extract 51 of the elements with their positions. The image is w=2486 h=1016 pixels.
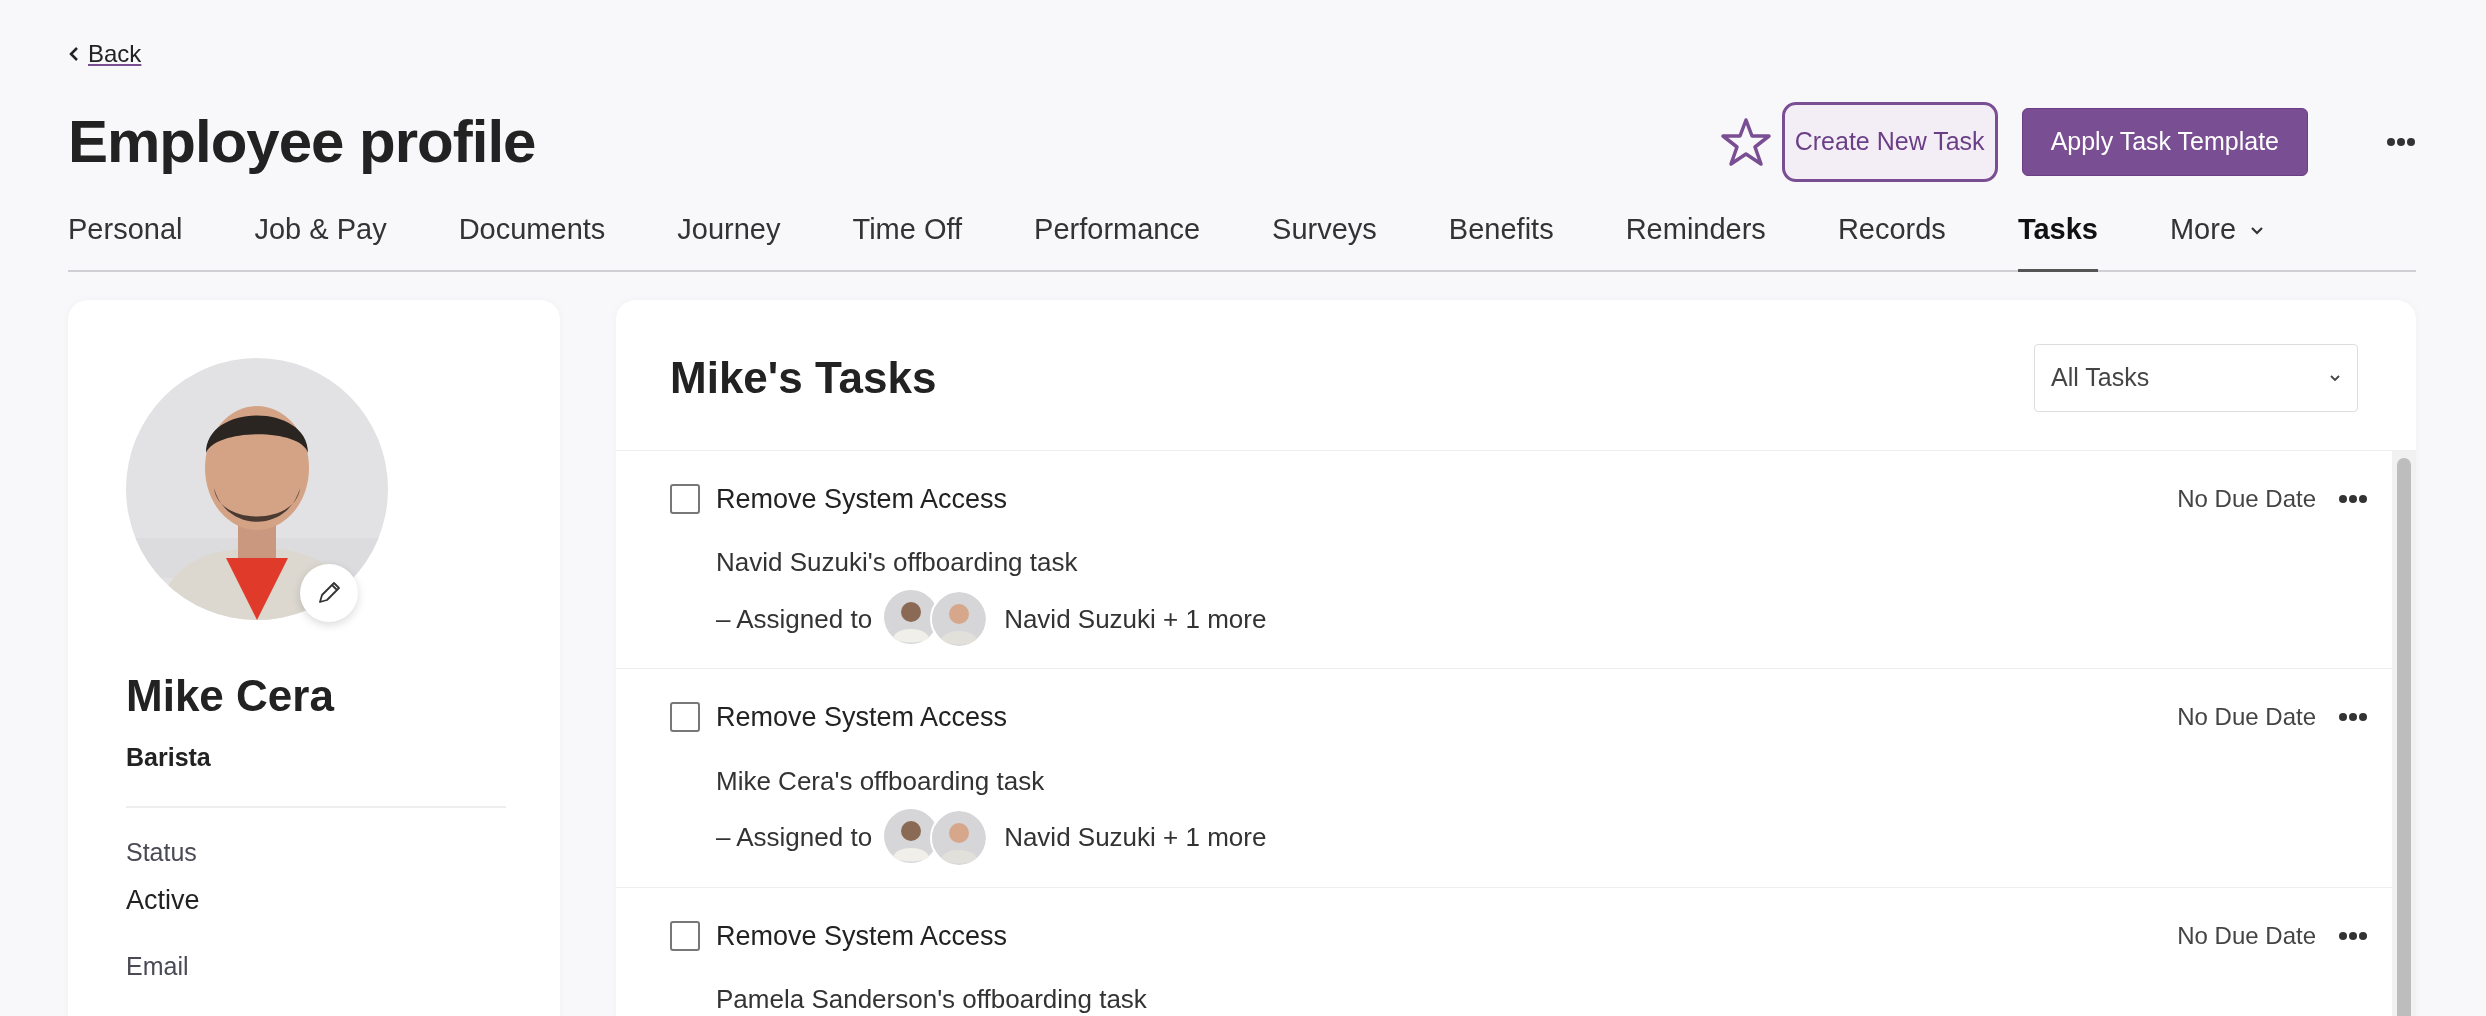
checkbox[interactable]	[670, 702, 700, 733]
tab[interactable]: Journey	[677, 207, 781, 272]
avatar-icon	[930, 590, 989, 648]
more-options-icon[interactable]	[2338, 492, 2368, 505]
avatar-icon	[930, 808, 989, 867]
more-options-icon[interactable]	[2338, 711, 2368, 724]
task-title: Remove System Access	[716, 482, 1009, 516]
tab[interactable]: Surveys	[1272, 207, 1377, 272]
task-subtitle: Navid Suzuki's offboarding task	[716, 546, 1079, 579]
tasks-title: Mike's Tasks	[670, 351, 937, 404]
due-date: No Due Date	[2177, 920, 2316, 951]
field-label: Status	[126, 837, 198, 869]
pencil-icon	[316, 580, 342, 606]
assigned-label: – Assigned to	[716, 821, 873, 854]
tab[interactable]: More	[2169, 207, 2265, 272]
more-options-icon[interactable]	[2386, 135, 2416, 148]
due-date: No Due Date	[2177, 702, 2316, 733]
tab[interactable]: Documents	[458, 207, 606, 272]
tab[interactable]: Tasks	[2017, 207, 2098, 272]
employee-name: Mike Cera	[126, 670, 336, 722]
tab[interactable]: Time Off	[852, 207, 963, 272]
tab[interactable]: Performance	[1034, 207, 1201, 272]
page-title: Employee profile	[68, 106, 536, 177]
job-title: Barista	[126, 741, 212, 773]
task-subtitle: Pamela Sanderson's offboarding task	[716, 983, 1148, 1016]
edit-photo-button[interactable]	[300, 564, 358, 622]
star-icon[interactable]	[1719, 116, 1772, 167]
tab[interactable]: Records	[1837, 207, 1946, 272]
filter-dropdown[interactable]: All Tasks	[2034, 344, 2358, 412]
assignee-names: Navid Suzuki + 1 more	[1004, 821, 1267, 854]
assigned-label: – Assigned to	[716, 602, 873, 636]
field-label: Email	[126, 951, 190, 983]
tab[interactable]: Reminders	[1625, 207, 1766, 272]
tab[interactable]: Job & Pay	[254, 207, 387, 272]
chevron-down-icon	[2329, 373, 2341, 382]
assignee-names: Navid Suzuki + 1 more	[1004, 602, 1267, 636]
task-subtitle: Mike Cera's offboarding task	[716, 764, 1046, 798]
tab[interactable]: Personal	[68, 207, 183, 272]
chevron-left-icon[interactable]	[68, 46, 80, 62]
task-title: Remove System Access	[716, 919, 1009, 953]
tab[interactable]: Benefits	[1448, 207, 1554, 272]
checkbox[interactable]	[670, 920, 700, 951]
due-date: No Due Date	[2177, 483, 2316, 514]
field-value: Active	[126, 883, 201, 917]
button[interactable]: Apply Task Template	[2021, 108, 2308, 176]
back-link[interactable]: Back	[88, 36, 142, 72]
task-title: Remove System Access	[716, 701, 1009, 734]
chevron-down-icon	[2250, 225, 2265, 236]
button[interactable]: Create New Task	[1781, 102, 1998, 182]
checkbox[interactable]	[670, 483, 700, 514]
more-options-icon[interactable]	[2338, 929, 2368, 942]
